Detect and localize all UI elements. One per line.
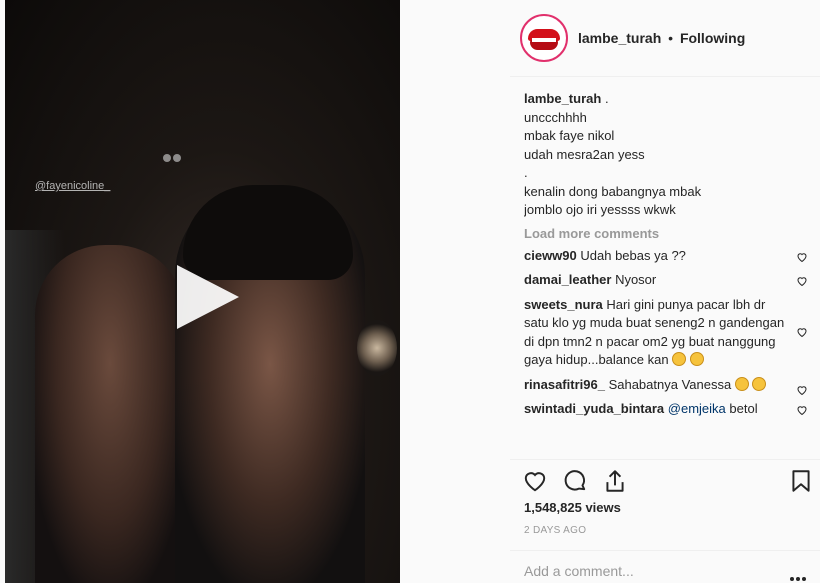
comment-mention[interactable]: @emjeika [668,401,726,416]
comment-heart-icon[interactable] [796,404,808,416]
comment-heart-icon[interactable] [796,275,808,287]
comment-item: sweets_nura Hari gini punya pacar lbh dr… [524,296,814,370]
comment-text: betol [729,401,758,416]
header-text: lambe_turah • Following [578,30,745,46]
avatar-teeth [532,38,556,42]
caption-line: kenalin dong babangnya mbak [524,183,702,199]
comment-item: cieww90 Udah bebas ya ?? [524,247,814,266]
share-icon[interactable] [602,468,628,494]
comment-username[interactable]: sweets_nura [524,297,603,312]
caption-line: udah mesra2an yess [524,146,645,162]
comment-username[interactable]: cieww90 [524,248,577,263]
author-username[interactable]: lambe_turah [578,30,661,46]
comment-text: Sahabatnya Vanessa [608,376,732,392]
grinning-emoji-icon [689,352,704,366]
grinning-emoji-icon [752,376,767,391]
post-caption: lambe_turah . unccchhhh mbak faye nikol … [524,90,814,220]
post-header: lambe_turah • Following [510,0,820,77]
comment-text: Udah bebas ya ?? [580,247,686,263]
grinning-emoji-icon [734,376,749,391]
play-icon[interactable] [177,265,239,329]
post-timestamp: 2 DAYS AGO [524,525,587,536]
comment-username[interactable]: damai_leather [524,272,611,287]
post-sidebar: lambe_turah • Following lambe_turah . un… [510,0,820,583]
action-bar [510,459,820,499]
grinning-emoji-icon [672,352,687,366]
comments-list[interactable]: lambe_turah . unccchhhh mbak faye nikol … [524,90,814,450]
more-icon[interactable] [790,569,808,581]
comment-text: Nyosor [615,272,657,287]
load-more-comments-button[interactable]: Load more comments [524,226,814,241]
post-video[interactable]: @fayenicoline_ [5,0,400,583]
caption-line: mbak faye nikol [524,128,615,143]
comment-username[interactable]: swintadi_yuda_bintara [524,401,664,416]
background-speaker [357,320,397,376]
header-separator: • [668,30,674,46]
add-comment-bar [510,550,820,583]
following-button[interactable]: Following [680,30,745,46]
caption-line: unccchhhh [524,109,587,125]
comment-heart-icon[interactable] [796,251,808,263]
bookmark-icon[interactable] [788,468,814,494]
comment-item: damai_leather Nyosor [524,271,814,290]
comment-item: swintadi_yuda_bintara @emjeika betol [524,400,814,419]
comment-heart-icon[interactable] [796,326,808,338]
caption-first-line: . [604,91,609,106]
comment-username[interactable]: rinasafitri96_ [524,377,605,392]
caption-username[interactable]: lambe_turah [524,91,601,106]
comment-item: rinasafitri96_ Sahabatnya Vanessa [524,376,814,395]
heart-icon[interactable] [522,468,548,494]
comment-heart-icon[interactable] [796,384,808,396]
avatar[interactable] [520,14,568,62]
ceiling-lights [163,150,183,162]
person-left [35,245,185,583]
caption-line: . [524,165,528,180]
video-username-tag: @fayenicoline_ [35,180,111,192]
add-comment-input[interactable] [524,563,774,579]
view-count[interactable]: 1,548,825 views [524,500,621,515]
caption-line: jomblo ojo iri yessss wkwk [524,202,676,217]
comment-icon[interactable] [562,468,588,494]
